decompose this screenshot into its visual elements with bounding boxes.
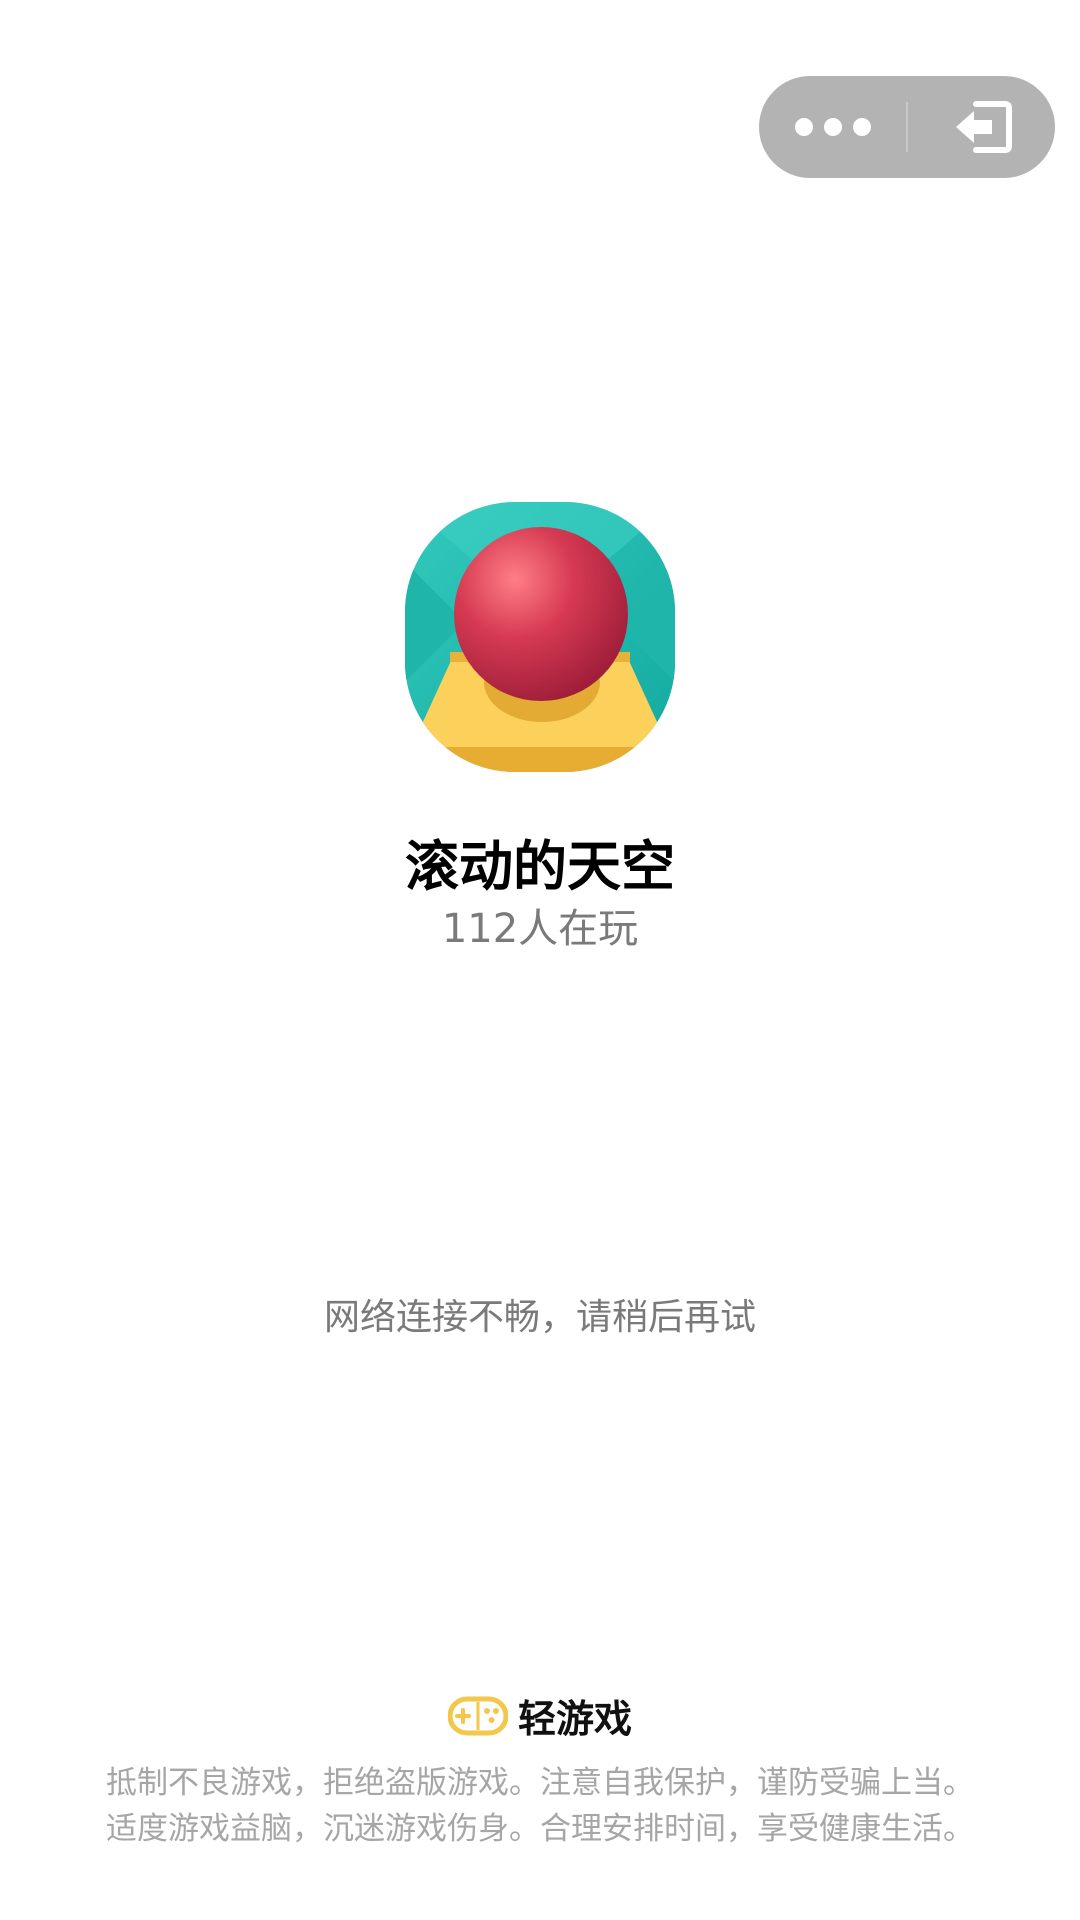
notice-line-1: 抵制不良游戏，拒绝盗版游戏。注意自我保护，谨防受骗上当。 [106, 1765, 974, 1801]
game-icon [405, 502, 675, 772]
game-title: 滚动的天空 [405, 835, 675, 898]
health-notice: 抵制不良游戏，拒绝盗版游戏。注意自我保护，谨防受骗上当。 适度游戏益脑，沉迷游戏… [0, 1760, 1080, 1852]
notice-line-2: 适度游戏益脑，沉迷游戏伤身。合理安排时间，享受健康生活。 [106, 1811, 974, 1847]
more-button[interactable] [759, 76, 906, 178]
player-count: 112人在玩 [441, 906, 639, 952]
exit-button[interactable] [908, 76, 1055, 178]
brand-logo: 轻游戏 [0, 1688, 1080, 1743]
exit-arrow-icon [955, 101, 1012, 153]
more-dots-icon [794, 118, 871, 136]
gamepad-icon [447, 1696, 508, 1735]
network-error-message: 网络连接不畅，请稍后再试 [323, 1297, 756, 1338]
mini-game-capsule [759, 76, 1055, 178]
brand-name: 轻游戏 [517, 1697, 632, 1741]
